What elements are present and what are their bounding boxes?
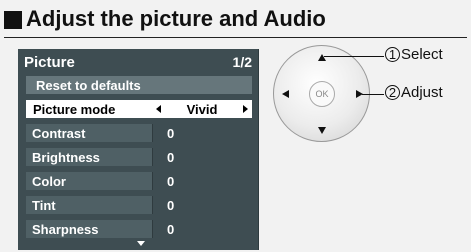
sharpness-value: 0 (152, 220, 252, 238)
contrast-value: 0 (152, 124, 252, 142)
sharpness-label: Sharpness (32, 221, 99, 237)
callout-select: 1 Select (385, 46, 443, 63)
callout-adjust-text: Adjust (401, 84, 443, 101)
color-item[interactable]: Color 0 (26, 172, 252, 190)
scroll-down-icon[interactable] (137, 241, 145, 246)
picture-mode-value[interactable]: Vivid (152, 102, 252, 117)
tint-value: 0 (152, 196, 252, 214)
reset-label: Reset to defaults (36, 77, 141, 93)
arrow-left-icon[interactable] (156, 105, 161, 113)
callout-adjust: 2 Adjust (385, 84, 443, 101)
page-title: Adjust the picture and Audio (4, 4, 326, 34)
callout-number-1: 1 (385, 47, 400, 62)
picture-mode-item[interactable]: Picture mode Vivid (26, 100, 252, 118)
picture-mode-value-text: Vivid (186, 101, 218, 117)
callout-number-2: 2 (385, 85, 400, 100)
menu-title: Picture (24, 53, 75, 71)
title-divider (4, 37, 467, 38)
color-value: 0 (152, 172, 252, 190)
brightness-item[interactable]: Brightness 0 (26, 148, 252, 166)
brightness-label: Brightness (32, 149, 100, 165)
ok-button[interactable]: OK (309, 81, 335, 107)
menu-header: Picture 1/2 (18, 49, 258, 75)
tint-item[interactable]: Tint 0 (26, 196, 252, 214)
down-arrow-icon[interactable] (318, 127, 326, 134)
picture-mode-label: Picture mode (33, 101, 116, 117)
sharpness-item[interactable]: Sharpness 0 (26, 220, 252, 238)
brightness-value: 0 (152, 148, 252, 166)
page-title-text: Adjust the picture and Audio (26, 6, 326, 31)
picture-menu: Picture 1/2 Reset to defaults Picture mo… (18, 49, 259, 250)
tint-label: Tint (32, 197, 56, 213)
color-label: Color (32, 173, 66, 189)
menu-page-indicator: 1/2 (232, 54, 252, 70)
adjust-leader-line (362, 94, 384, 95)
square-bullet-icon (4, 10, 22, 29)
arrow-right-icon[interactable] (243, 105, 248, 113)
callout-select-text: Select (401, 46, 443, 63)
remote-dpad[interactable]: OK (273, 45, 370, 142)
contrast-label: Contrast (32, 125, 86, 141)
select-leader-line (324, 56, 384, 57)
reset-to-defaults-item[interactable]: Reset to defaults (26, 76, 252, 94)
contrast-item[interactable]: Contrast 0 (26, 124, 252, 142)
left-arrow-icon[interactable] (282, 90, 289, 98)
